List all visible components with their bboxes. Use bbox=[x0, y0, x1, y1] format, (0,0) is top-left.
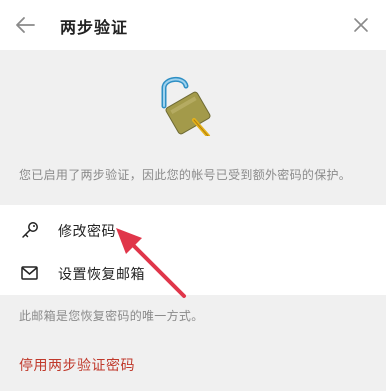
recovery-email-item[interactable]: 设置恢复邮箱 bbox=[0, 251, 386, 295]
disable-two-step-button[interactable]: 停用两步验证密码 bbox=[19, 355, 135, 375]
note-panel: 此邮箱是您恢复密码的唯一方式。 bbox=[0, 295, 386, 335]
unlocked-padlock-icon bbox=[161, 77, 211, 136]
recovery-note: 此邮箱是您恢复密码的唯一方式。 bbox=[19, 309, 204, 323]
envelope-icon bbox=[21, 266, 38, 280]
footer-panel: 停用两步验证密码 bbox=[0, 335, 386, 391]
recovery-email-label: 设置恢复邮箱 bbox=[58, 267, 145, 283]
arrow-left-icon[interactable] bbox=[14, 15, 36, 35]
change-password-label: 修改密码 bbox=[58, 224, 116, 240]
close-icon[interactable] bbox=[352, 16, 370, 34]
page-title: 两步验证 bbox=[60, 18, 129, 37]
dialog-header: 两步验证 bbox=[0, 0, 386, 50]
status-description: 您已启用了两步验证，因此您的帐号已受到额外密码的保护。 bbox=[19, 168, 352, 182]
key-icon bbox=[22, 222, 38, 238]
status-panel: 您已启用了两步验证，因此您的帐号已受到额外密码的保护。 bbox=[0, 50, 386, 205]
options-list: 修改密码 设置恢复邮箱 bbox=[0, 205, 386, 295]
change-password-item[interactable]: 修改密码 bbox=[0, 208, 386, 252]
